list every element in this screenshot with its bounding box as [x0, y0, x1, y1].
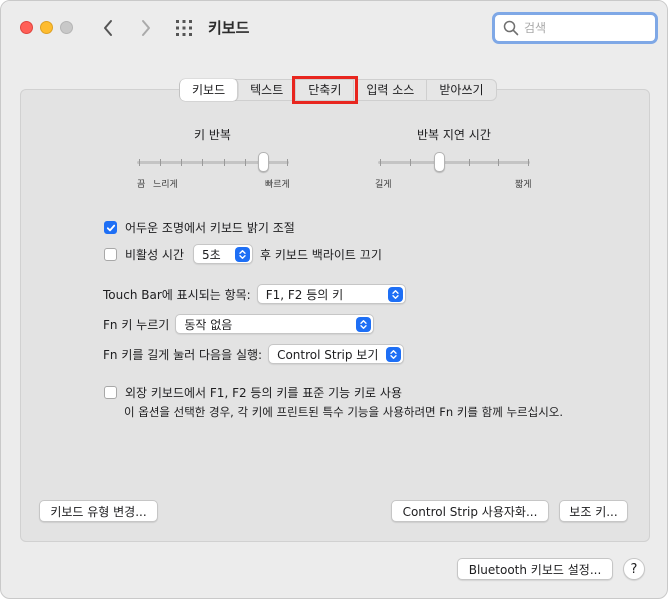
slider-tick	[245, 159, 246, 166]
key-repeat-knob[interactable]	[258, 152, 269, 172]
backlight-label-after: 후 키보드 백라이트 끄기	[260, 247, 382, 262]
function-keys-option: 외장 키보드에서 F1, F2 등의 키를 표준 기능 키로 사용	[104, 384, 402, 401]
fn-hold-popup[interactable]: Control Strip 보기	[268, 344, 405, 364]
bluetooth-keyboard-setup-button[interactable]: Bluetooth 키보드 설정...	[457, 558, 613, 580]
slider-tick	[380, 159, 381, 166]
fn-key-popup[interactable]: 동작 없음	[175, 314, 375, 334]
key-repeat-title: 키 반복	[194, 128, 231, 142]
slider-tick	[224, 159, 225, 166]
function-keys-checkbox[interactable]	[104, 386, 117, 399]
touch-bar-value: F1, F2 등의 키	[265, 287, 344, 302]
show-all-button[interactable]	[174, 18, 194, 38]
key-repeat-fast-label: 빠르게	[265, 180, 290, 190]
slider-tick	[410, 159, 411, 166]
slider-tick	[528, 159, 529, 166]
modifier-keys-button[interactable]: 보조 키...	[559, 500, 628, 522]
change-keyboard-type-button[interactable]: 키보드 유형 변경...	[39, 500, 158, 522]
touch-bar-label: Touch Bar에 표시되는 항목:	[103, 287, 251, 302]
grid-icon	[176, 20, 192, 36]
title-bar: 키보드	[1, 1, 667, 57]
checkmark-icon	[106, 224, 115, 231]
minimize-button[interactable]	[40, 21, 53, 34]
slider-tick	[469, 159, 470, 166]
slider-tick	[498, 159, 499, 166]
fn-key-row: Fn 키 누르기 동작 없음	[103, 314, 375, 334]
slider-tick	[160, 159, 161, 166]
key-repeat-off-label: 끔	[137, 180, 146, 190]
fn-key-label: Fn 키 누르기	[103, 317, 170, 332]
search-input[interactable]	[524, 21, 644, 35]
help-button[interactable]: ?	[623, 558, 645, 580]
function-keys-description: 이 옵션을 선택한 경우, 각 키에 프린트된 특수 기능을 사용하려면 Fn …	[124, 405, 564, 419]
tab-input-sources[interactable]: 입력 소스	[354, 80, 428, 100]
tab-bar: 키보드 텍스트 단축키 입력 소스 받아쓰기	[179, 76, 497, 104]
chevron-left-icon	[104, 20, 112, 36]
search-icon	[503, 20, 519, 36]
touch-bar-row: Touch Bar에 표시되는 항목: F1, F2 등의 키	[103, 284, 406, 304]
slider-tick	[202, 159, 203, 166]
back-button[interactable]	[97, 15, 119, 41]
backlight-time-popup[interactable]: 5초	[193, 244, 254, 264]
repeat-delay-long-label: 길게	[375, 180, 392, 190]
brightness-label: 어두운 조명에서 키보드 밝기 조절	[125, 221, 295, 235]
search-field[interactable]	[492, 12, 658, 44]
popup-stepper-icon	[356, 316, 372, 332]
fn-hold-row: Fn 키를 길게 눌러 다음을 실행: Control Strip 보기	[103, 344, 405, 364]
brightness-checkbox[interactable]	[104, 221, 117, 234]
tab-keyboard[interactable]: 키보드	[180, 79, 239, 101]
customize-control-strip-button[interactable]: Control Strip 사용자화...	[391, 500, 549, 522]
backlight-time-value: 5초	[202, 247, 221, 262]
repeat-delay-slider[interactable]	[378, 151, 530, 175]
popup-stepper-icon	[386, 346, 402, 362]
backlight-option: 비활성 시간 5초 후 키보드 백라이트 끄기	[104, 244, 382, 264]
tab-dictation[interactable]: 받아쓰기	[427, 80, 495, 100]
key-repeat-slow-label: 느리게	[153, 180, 178, 190]
backlight-label-before: 비활성 시간	[125, 247, 185, 262]
popup-stepper-icon	[387, 286, 403, 302]
touch-bar-popup[interactable]: F1, F2 등의 키	[256, 284, 406, 304]
repeat-delay-title: 반복 지연 시간	[417, 128, 491, 142]
slider-tick	[139, 159, 140, 166]
repeat-delay-short-label: 짧게	[515, 180, 532, 190]
tab-text[interactable]: 텍스트	[238, 80, 297, 100]
repeat-delay-knob[interactable]	[434, 152, 445, 172]
fn-hold-label: Fn 키를 길게 눌러 다음을 실행:	[103, 347, 263, 362]
tab-shortcuts[interactable]: 단축키	[292, 76, 359, 104]
preferences-window: 키보드 키보드 텍스트 단축키 입력 소스 받아쓰기 키 반복 끔 느리게 빠르…	[0, 0, 668, 599]
close-button[interactable]	[20, 21, 33, 34]
brightness-option: 어두운 조명에서 키보드 밝기 조절	[104, 219, 295, 236]
zoom-button[interactable]	[60, 21, 73, 34]
chevron-right-icon	[142, 20, 150, 36]
fn-hold-value: Control Strip 보기	[277, 347, 379, 362]
popup-stepper-icon	[235, 246, 251, 262]
slider-tick	[181, 159, 182, 166]
fn-key-value: 동작 없음	[184, 317, 233, 332]
backlight-checkbox[interactable]	[104, 247, 117, 261]
forward-button[interactable]	[135, 15, 157, 41]
slider-tick	[287, 159, 288, 166]
window-title: 키보드	[208, 19, 250, 37]
function-keys-label: 외장 키보드에서 F1, F2 등의 키를 표준 기능 키로 사용	[125, 386, 402, 400]
key-repeat-slider[interactable]	[137, 151, 289, 175]
